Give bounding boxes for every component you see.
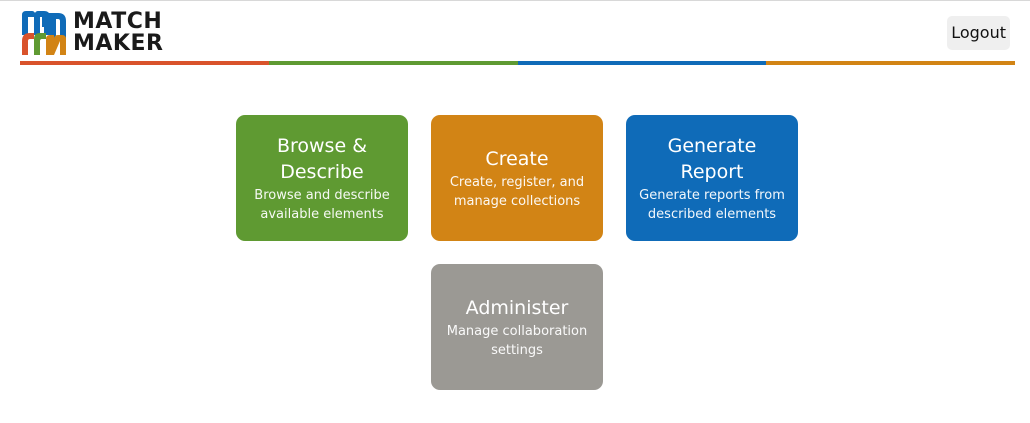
tile-description: Manage collaboration settings	[446, 323, 588, 358]
divider-segment-green	[268, 61, 518, 65]
divider-segment-orange	[766, 61, 1015, 65]
tile-create[interactable]: Create Create, register, and manage coll…	[431, 115, 603, 241]
divider-segment-red	[20, 61, 269, 65]
logo-text: MATCH MAKER	[73, 11, 163, 55]
logout-button[interactable]: Logout	[947, 16, 1010, 50]
logo-text-line2: MAKER	[73, 31, 164, 56]
tile-title: Administer	[465, 296, 569, 319]
tile-description: Generate reports from described elements	[639, 187, 785, 222]
tile-title: Generate Report	[667, 134, 757, 183]
page: MATCH MAKER Logout Browse & Describe Bro…	[0, 0, 1030, 423]
tile-title: Browse & Describe	[276, 134, 368, 183]
tile-description: Create, register, and manage collections	[449, 174, 585, 209]
logo-mark-icon	[22, 11, 66, 55]
divider-segment-blue	[517, 61, 767, 65]
tile-browse-describe[interactable]: Browse & Describe Browse and describe av…	[236, 115, 408, 241]
match-maker-logo[interactable]: MATCH MAKER	[20, 9, 180, 57]
tile-administer[interactable]: Administer Manage collaboration settings	[431, 264, 603, 390]
tile-title: Create	[485, 147, 549, 170]
header-divider	[20, 61, 1015, 65]
logo-text-line1: MATCH	[73, 9, 163, 34]
tile-generate-report[interactable]: Generate Report Generate reports from de…	[626, 115, 798, 241]
tile-description: Browse and describe available elements	[254, 187, 390, 222]
